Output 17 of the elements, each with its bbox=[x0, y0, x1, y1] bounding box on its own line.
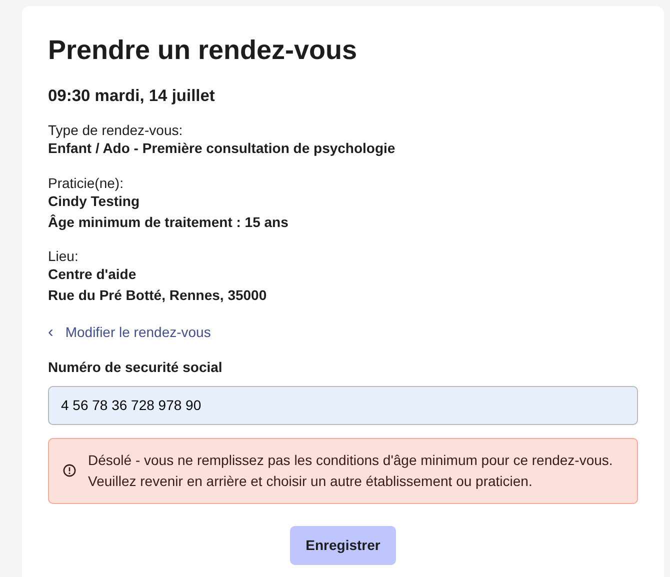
ssn-input-field[interactable]: 4 56 78 36 728 978 90 bbox=[48, 386, 638, 425]
appointment-datetime: 09:30 mardi, 14 juillet bbox=[48, 86, 216, 108]
field-value: Âge minimum de traitement : 15 ans bbox=[48, 212, 290, 232]
alert-message: Désolé - vous ne remplissez pas les conditions d'âge minimum pour ce rendez-vous. Veuillez revenir en arrière et choisir un autre établissement ou praticien. bbox=[88, 450, 613, 491]
field-value: Centre d'aide bbox=[48, 265, 138, 284]
field-label: Lieu: bbox=[48, 247, 80, 266]
warning-icon bbox=[63, 464, 76, 478]
field-value: Enfant / Ado - Première consultation de psychologie bbox=[48, 139, 396, 158]
field-value: Rue du Pré Botté, Rennes, 35000 bbox=[48, 286, 268, 305]
submit-button[interactable]: Enregistrer bbox=[290, 526, 396, 565]
chevron-left-icon: ‹ bbox=[48, 320, 54, 345]
back-link[interactable]: ‹ Modifier le rendez-vous bbox=[48, 320, 211, 345]
field-label: Praticie(ne): bbox=[48, 174, 124, 192]
page-title: Prendre un rendez-vous bbox=[48, 34, 358, 66]
field-label: Type de rendez-vous: bbox=[48, 121, 184, 140]
field-value: Cindy Testing bbox=[48, 192, 141, 210]
field-label: Numéro de securité social bbox=[48, 358, 224, 377]
